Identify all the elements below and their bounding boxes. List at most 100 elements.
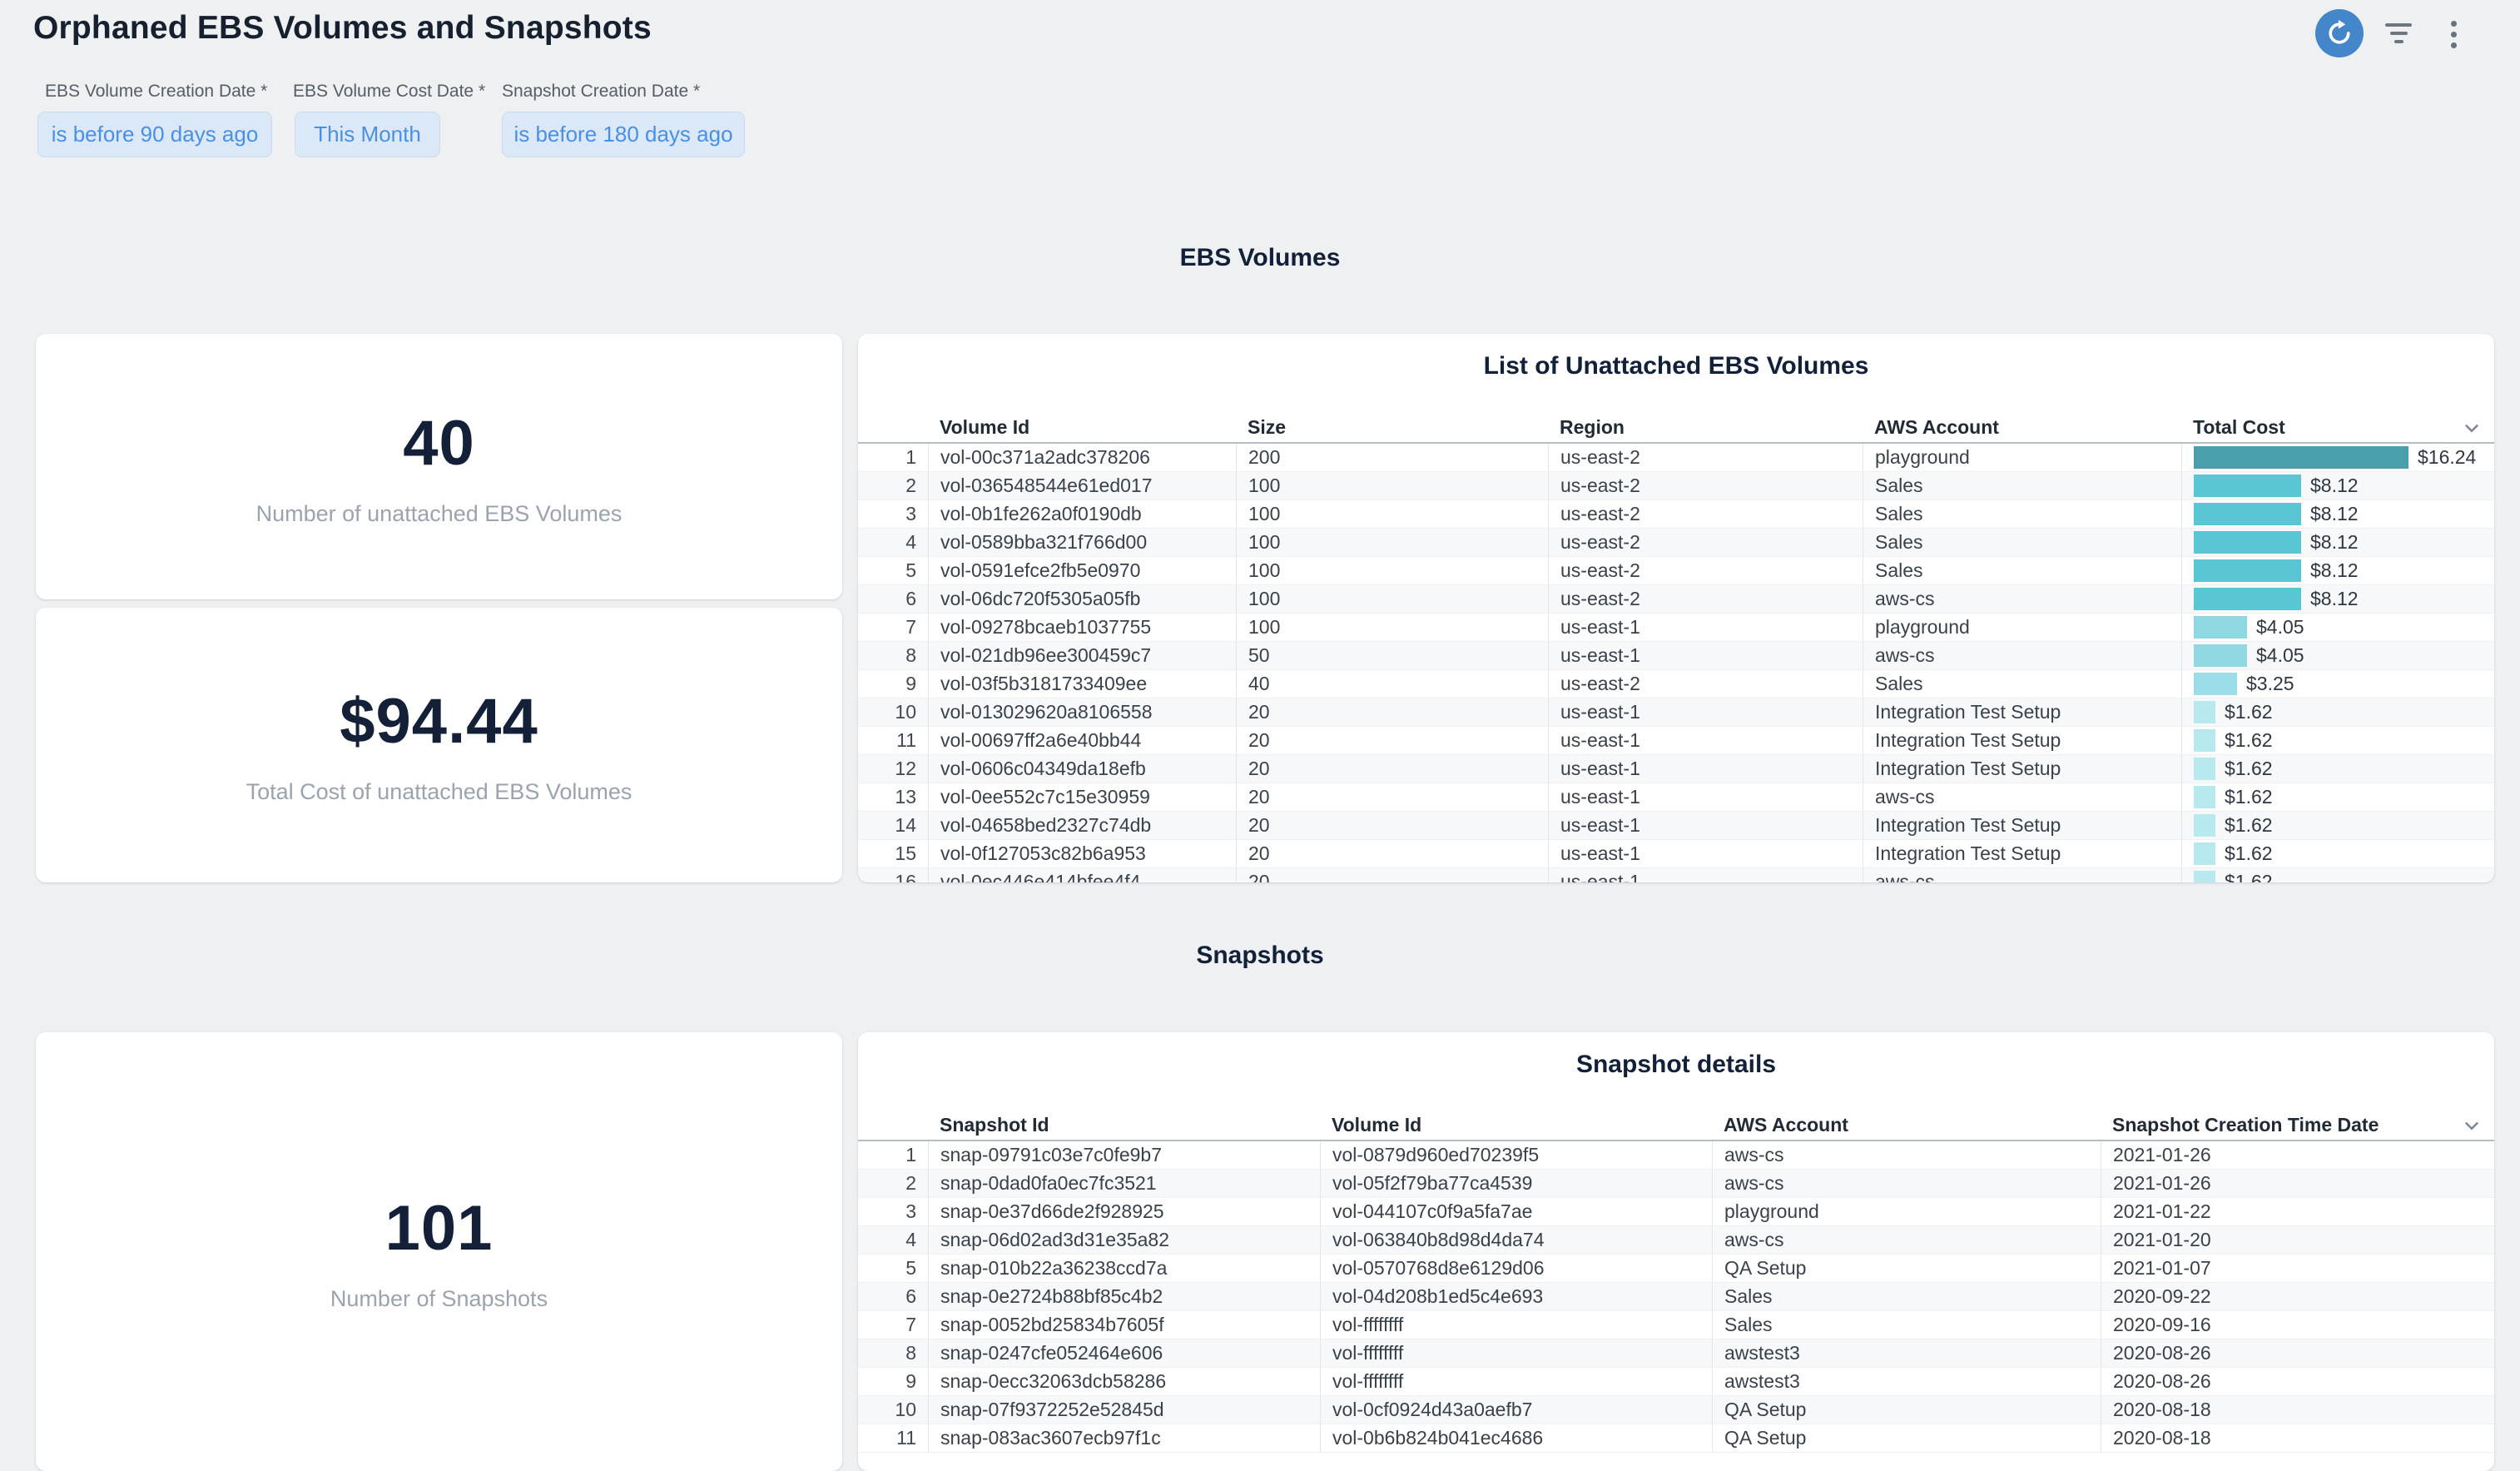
aws-account-cell: aws-cs [1712,1141,2101,1169]
sort-chevron-down-icon[interactable] [2461,1115,2483,1136]
refresh-button[interactable] [2315,9,2364,57]
cost-bar [2194,871,2215,882]
cost-bar [2194,446,2408,469]
aws-account-cell: playground [1712,1198,2101,1225]
cost-value-label: $1.62 [2225,842,2273,865]
aws-account-cell: Sales [1863,500,2181,528]
aws-account-cell: Sales [1712,1311,2101,1339]
row-number-cell: 13 [858,783,928,811]
total-cost-cell: $8.12 [2181,529,2494,556]
ebs-header-total-cost[interactable]: Total Cost [2181,413,2494,442]
table-row: 10vol-013029620a810655820us-east-1Integr… [858,698,2494,727]
table-row: 3vol-0b1fe262a0f0190db100us-east-2Sales$… [858,500,2494,529]
cost-value-label: $1.62 [2225,758,2273,780]
snapshot-table-title: Snapshot details [858,1032,2494,1079]
kebab-icon [2451,21,2457,27]
cost-bar [2194,559,2301,582]
ebs-header-aws-account[interactable]: AWS Account [1863,413,2181,442]
row-number-cell: 4 [858,1226,928,1254]
kpi-value: 40 [403,407,475,480]
volume-id-cell: vol-0879d960ed70239f5 [1320,1141,1712,1169]
size-cell: 50 [1236,642,1548,669]
sort-chevron-down-icon[interactable] [2461,417,2483,439]
cost-value-label: $8.12 [2310,503,2359,525]
region-cell: us-east-1 [1548,812,1863,839]
total-cost-cell: $1.62 [2181,783,2494,811]
cost-bar [2194,814,2215,837]
aws-account-cell: Integration Test Setup [1863,840,2181,867]
cost-bar [2194,842,2215,865]
size-cell: 20 [1236,840,1548,867]
cost-value-label: $3.25 [2246,673,2294,695]
cost-value-label: $4.05 [2256,616,2304,639]
row-number-cell: 4 [858,529,928,556]
ebs-header-volume-id[interactable]: Volume Id [928,413,1236,442]
size-cell: 20 [1236,868,1548,882]
snapshot-details-table-card: Snapshot details Snapshot Id Volume Id A… [858,1032,2494,1471]
size-cell: 20 [1236,783,1548,811]
row-number-cell: 5 [858,557,928,584]
filter-icon [2385,23,2412,27]
kpi-card-unattached-volume-cost: $94.44 Total Cost of unattached EBS Volu… [36,608,842,882]
row-number-cell: 3 [858,500,928,528]
table-row: 1vol-00c371a2adc378206200us-east-2playgr… [858,444,2494,472]
snap-header-creation-date[interactable]: Snapshot Creation Time Date [2101,1111,2494,1140]
total-cost-cell: $1.62 [2181,840,2494,867]
size-cell: 100 [1236,557,1548,584]
row-number-cell: 11 [858,727,928,754]
snap-header-snapshot-id[interactable]: Snapshot Id [928,1111,1320,1140]
table-row: 5vol-0591efce2fb5e0970100us-east-2Sales$… [858,557,2494,585]
cost-value-label: $1.62 [2225,701,2273,723]
cost-value-label: $1.62 [2225,729,2273,752]
volume-id-cell: vol-013029620a8106558 [928,698,1236,726]
size-cell: 100 [1236,472,1548,499]
region-cell: us-east-1 [1548,614,1863,641]
total-cost-cell: $8.12 [2181,585,2494,613]
kpi-label: Number of Snapshots [330,1286,548,1312]
snap-header-aws-account[interactable]: AWS Account [1712,1111,2101,1140]
volume-id-cell: vol-00c371a2adc378206 [928,444,1236,471]
snap-header-volume-id[interactable]: Volume Id [1320,1111,1712,1140]
region-cell: us-east-1 [1548,642,1863,669]
aws-account-cell: awstest3 [1712,1368,2101,1395]
total-cost-cell: $1.62 [2181,812,2494,839]
snapshot-id-cell: snap-09791c03e7c0fe9b7 [928,1141,1320,1169]
row-number-cell: 1 [858,444,928,471]
total-cost-cell: $4.05 [2181,614,2494,641]
row-number-cell: 12 [858,755,928,783]
cost-bar [2194,531,2301,554]
filter-chip-snapshot-creation-date[interactable]: is before 180 days ago [502,112,745,157]
ebs-table-header: Volume Id Size Region AWS Account Total … [858,413,2494,444]
size-cell: 20 [1236,727,1548,754]
row-number-cell: 9 [858,1368,928,1395]
size-cell: 100 [1236,500,1548,528]
filter-chip-ebs-volume-creation-date[interactable]: is before 90 days ago [37,112,272,157]
aws-account-cell: Integration Test Setup [1863,812,2181,839]
filter-chip-ebs-volume-cost-date[interactable]: This Month [295,112,440,157]
size-cell: 40 [1236,670,1548,698]
total-cost-cell: $8.12 [2181,557,2494,584]
row-number-cell: 8 [858,1339,928,1367]
filter-button[interactable] [2382,20,2415,47]
total-cost-cell: $1.62 [2181,698,2494,726]
row-number-cell: 14 [858,812,928,839]
aws-account-cell: aws-cs [1712,1170,2101,1197]
volume-id-cell: vol-063840b8d98d4da74 [1320,1226,1712,1254]
total-cost-cell: $3.25 [2181,670,2494,698]
snapshot-id-cell: snap-0e37d66de2f928925 [928,1198,1320,1225]
row-number-cell: 7 [858,1311,928,1339]
more-options-button[interactable] [2442,15,2465,53]
ebs-header-region[interactable]: Region [1548,413,1863,442]
size-cell: 20 [1236,812,1548,839]
snapshot-id-cell: snap-0e2724b88bf85c4b2 [928,1283,1320,1310]
table-row: 7vol-09278bcaeb1037755100us-east-1playgr… [858,614,2494,642]
row-number-cell: 2 [858,472,928,499]
size-cell: 100 [1236,585,1548,613]
cost-bar [2194,673,2237,695]
aws-account-cell: Sales [1712,1283,2101,1310]
filter-label-snapshot-creation-date: Snapshot Creation Date * [502,82,700,102]
ebs-header-size[interactable]: Size [1236,413,1548,442]
filter-label-ebs-volume-cost-date: EBS Volume Cost Date * [293,82,485,102]
table-row: 12vol-0606c04349da18efb20us-east-1Integr… [858,755,2494,783]
kpi-card-unattached-volume-count: 40 Number of unattached EBS Volumes [36,334,842,599]
